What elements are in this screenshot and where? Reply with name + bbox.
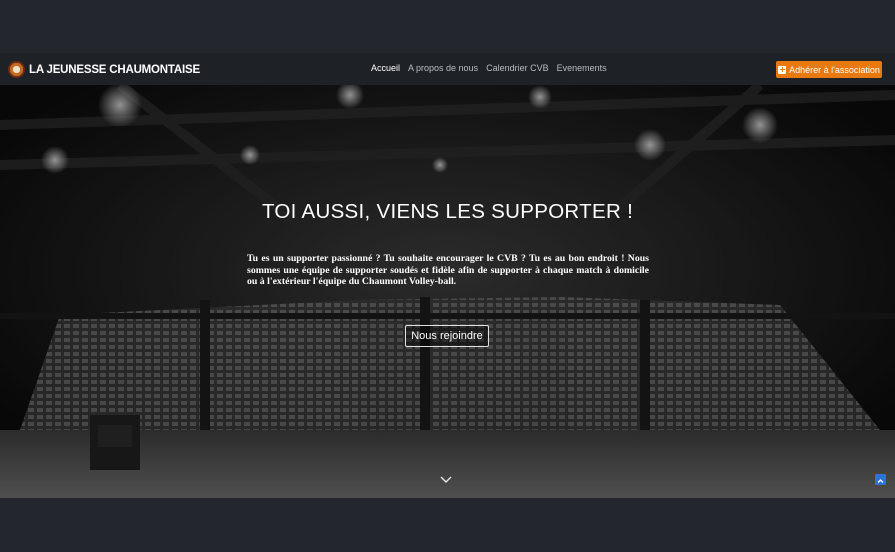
- club-logo-icon: [8, 61, 25, 78]
- scroll-to-top-button[interactable]: [875, 474, 886, 485]
- brand-link[interactable]: LA JEUNESSE CHAUMONTAISE: [8, 61, 200, 78]
- navbar: LA JEUNESSE CHAUMONTAISE Accueil A propo…: [0, 53, 895, 85]
- join-us-button[interactable]: Nous rejoindre: [405, 325, 489, 347]
- page: LA JEUNESSE CHAUMONTAISE Accueil A propo…: [0, 53, 895, 498]
- hero-section: TOI AUSSI, VIENS LES SUPPORTER ! Tu es u…: [0, 85, 895, 498]
- nav-link-calendrier[interactable]: Calendrier CVB: [486, 63, 549, 73]
- hero-title: TOI AUSSI, VIENS LES SUPPORTER !: [261, 200, 634, 223]
- nav-links: Accueil A propos de nous Calendrier CVB …: [371, 63, 615, 73]
- arrow-up-icon: [877, 479, 884, 483]
- plus-square-icon: [778, 65, 787, 74]
- join-association-button[interactable]: Adhérer à l'association: [776, 61, 882, 78]
- chevron-down-icon[interactable]: [440, 476, 452, 484]
- nav-link-evenements[interactable]: Evenements: [557, 63, 607, 73]
- hero-description: Tu es un supporter passionné ? Tu souhai…: [247, 253, 649, 287]
- join-association-label: Adhérer à l'association: [789, 64, 880, 75]
- arena-background-image: [0, 85, 895, 498]
- brand-name: LA JEUNESSE CHAUMONTAISE: [29, 63, 200, 76]
- nav-link-a-propos[interactable]: A propos de nous: [408, 63, 478, 73]
- nav-link-accueil[interactable]: Accueil: [371, 63, 400, 73]
